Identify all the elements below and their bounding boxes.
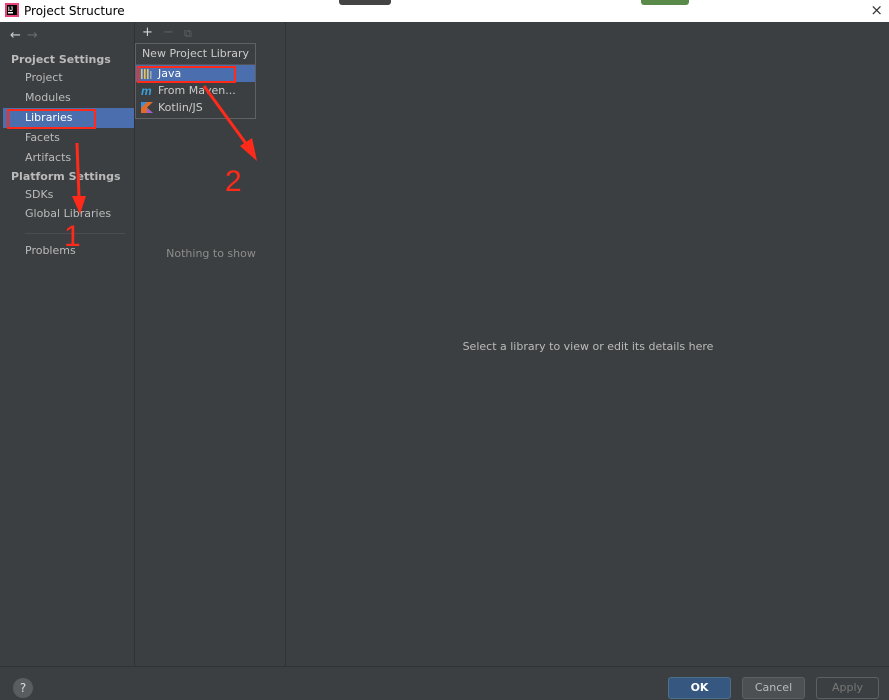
annotation-arrows (72, 85, 257, 214)
annotation-arrow-1 (75, 142, 81, 199)
annotation-arrowhead-1 (72, 196, 86, 214)
annotation-step-1: 1 (64, 220, 81, 253)
annotation-step-2: 2 (225, 165, 242, 198)
annotation-arrowhead-2 (240, 138, 257, 161)
annotation-arrow-2 (202, 85, 249, 146)
